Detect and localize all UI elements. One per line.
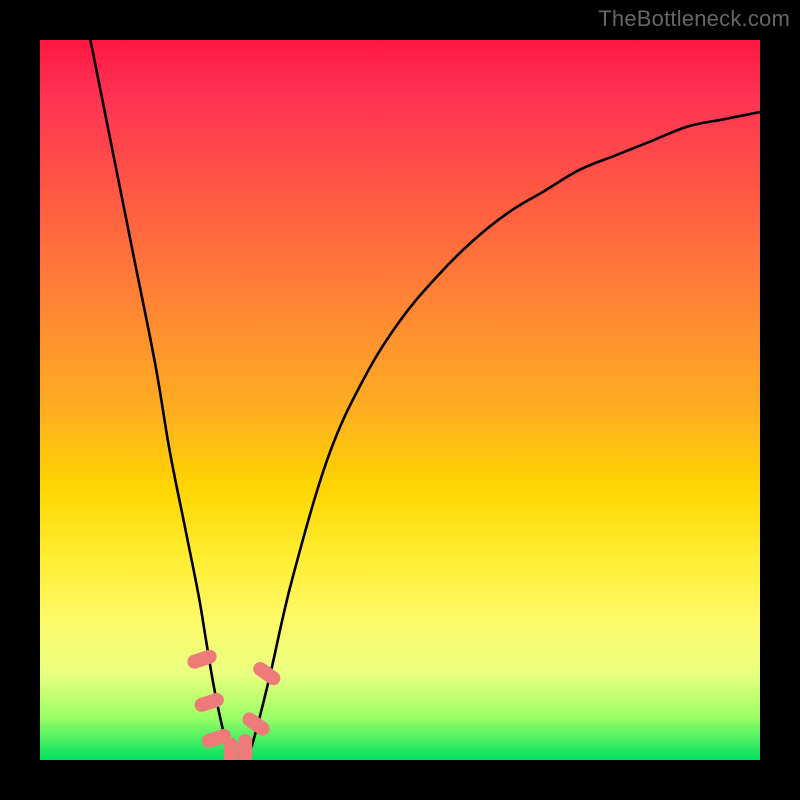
curve-marker xyxy=(224,738,238,760)
bottleneck-curve xyxy=(90,40,760,760)
curve-marker xyxy=(193,691,226,714)
bottleneck-chart-svg xyxy=(40,40,760,760)
watermark-text: TheBottleneck.com xyxy=(598,6,790,32)
chart-plot-area xyxy=(40,40,760,760)
curve-markers xyxy=(186,648,284,760)
curve-marker xyxy=(238,734,252,760)
curve-marker xyxy=(186,648,219,671)
